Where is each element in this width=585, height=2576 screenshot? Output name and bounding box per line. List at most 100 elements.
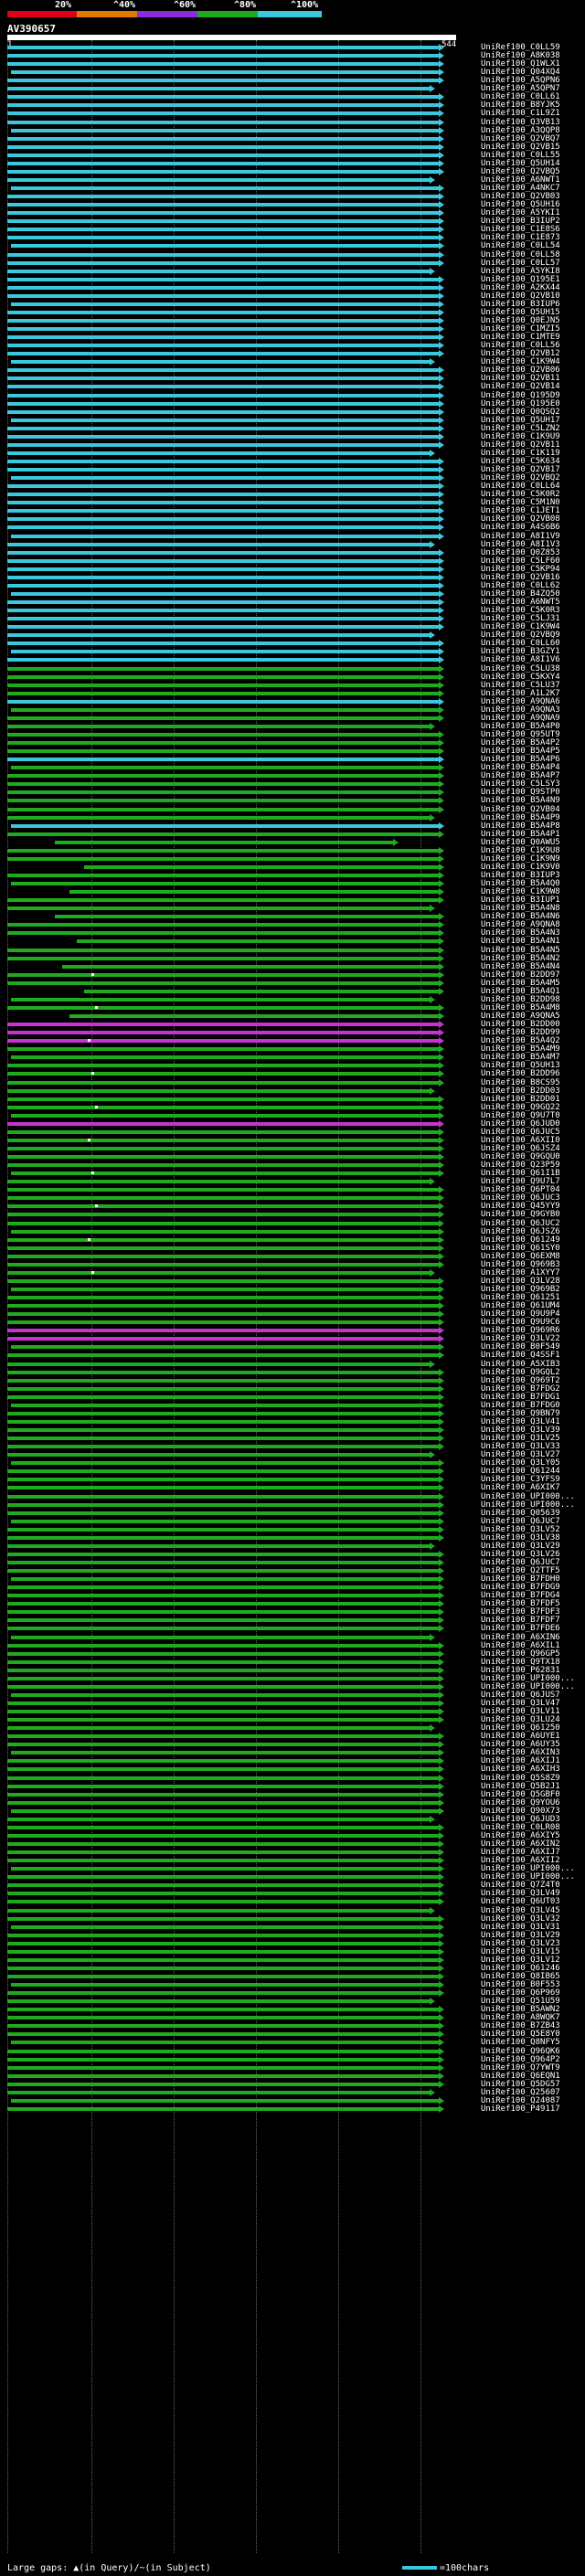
hit-bar[interactable] bbox=[7, 2049, 439, 2053]
hit-bar[interactable] bbox=[7, 1776, 439, 1780]
hit-bar[interactable] bbox=[7, 95, 439, 100]
hit-bar[interactable] bbox=[11, 1983, 439, 1988]
hit-bar[interactable] bbox=[7, 409, 439, 414]
hit-bar[interactable] bbox=[7, 749, 439, 754]
hit-bar[interactable] bbox=[62, 964, 439, 969]
hit-bar[interactable] bbox=[7, 493, 439, 497]
hit-bar[interactable] bbox=[7, 1883, 439, 1888]
hit-bar[interactable] bbox=[7, 1494, 439, 1499]
hit-bar[interactable] bbox=[7, 1105, 439, 1109]
hit-bar[interactable] bbox=[7, 228, 439, 232]
hit-bar[interactable] bbox=[7, 120, 439, 124]
hit-bar[interactable] bbox=[7, 1097, 439, 1101]
hit-bar[interactable] bbox=[7, 1957, 439, 1962]
hit-bar[interactable] bbox=[7, 2090, 430, 2094]
hit-bar[interactable] bbox=[11, 244, 439, 249]
hit-bar[interactable] bbox=[7, 1080, 439, 1085]
hit-bar[interactable] bbox=[7, 1320, 439, 1325]
hit-bar[interactable] bbox=[7, 641, 439, 646]
hit-bar[interactable] bbox=[11, 1055, 439, 1060]
hit-bar[interactable] bbox=[7, 931, 439, 936]
hit-bar[interactable] bbox=[11, 1519, 439, 1523]
hit-bar[interactable] bbox=[7, 1155, 439, 1160]
hit-bar[interactable] bbox=[7, 633, 430, 638]
hit-bar[interactable] bbox=[7, 1353, 439, 1358]
hit-bar[interactable] bbox=[7, 1991, 439, 1996]
hit-bar[interactable] bbox=[7, 111, 439, 116]
hit-bar[interactable] bbox=[11, 302, 439, 306]
hit-bar[interactable] bbox=[7, 335, 439, 340]
hit-bar[interactable] bbox=[7, 2016, 439, 2020]
hit-bar[interactable] bbox=[7, 1560, 439, 1564]
hit-bar[interactable] bbox=[7, 782, 439, 787]
hit-bar[interactable] bbox=[11, 997, 430, 1002]
hit-bar[interactable] bbox=[7, 252, 439, 257]
hit-bar[interactable] bbox=[7, 211, 439, 216]
hit-bar[interactable] bbox=[7, 600, 439, 605]
hit-bar[interactable] bbox=[7, 426, 439, 430]
hit-bar[interactable] bbox=[11, 1808, 439, 1813]
hit-bar[interactable] bbox=[7, 1254, 439, 1258]
hit-bar[interactable] bbox=[7, 144, 439, 149]
hit-bar[interactable] bbox=[7, 393, 439, 398]
hit-bar[interactable] bbox=[7, 1047, 439, 1052]
hit-bar[interactable] bbox=[7, 1701, 439, 1705]
hit-bar[interactable] bbox=[7, 1618, 439, 1623]
hit-bar[interactable] bbox=[7, 1088, 430, 1093]
hit-bar[interactable] bbox=[7, 724, 430, 728]
hit-bar[interactable] bbox=[7, 1651, 439, 1656]
hit-bar[interactable] bbox=[11, 707, 439, 712]
hit-bar[interactable] bbox=[7, 1684, 439, 1689]
hit-bar[interactable] bbox=[7, 1394, 439, 1399]
hit-bar[interactable] bbox=[69, 1014, 439, 1019]
hit-bar[interactable] bbox=[7, 1196, 439, 1201]
hit-bar[interactable] bbox=[7, 1386, 439, 1391]
hit-bar[interactable] bbox=[7, 2073, 439, 2078]
hit-bar[interactable] bbox=[7, 401, 439, 406]
hit-bar[interactable] bbox=[55, 915, 439, 919]
hit-bar[interactable] bbox=[7, 1031, 439, 1035]
hit-bar[interactable] bbox=[7, 790, 439, 795]
hit-bar[interactable] bbox=[7, 1610, 439, 1615]
hit-bar[interactable] bbox=[7, 674, 439, 679]
hit-bar[interactable] bbox=[7, 1188, 439, 1193]
hit-bar[interactable] bbox=[7, 219, 439, 224]
hit-bar[interactable] bbox=[11, 534, 439, 538]
hit-bar[interactable] bbox=[7, 1237, 439, 1242]
hit-bar[interactable] bbox=[11, 1171, 439, 1176]
hit-bar[interactable] bbox=[7, 1767, 439, 1772]
hit-bar[interactable] bbox=[7, 1718, 439, 1723]
hit-bar[interactable] bbox=[7, 1312, 439, 1317]
hit-bar[interactable] bbox=[69, 890, 439, 895]
hit-bar[interactable] bbox=[7, 1668, 439, 1672]
hit-bar[interactable] bbox=[7, 385, 439, 389]
hit-bar[interactable] bbox=[7, 550, 439, 555]
hit-bar[interactable] bbox=[7, 575, 439, 579]
hit-bar[interactable] bbox=[7, 799, 439, 803]
hit-bar[interactable] bbox=[7, 1163, 439, 1168]
hit-bar[interactable] bbox=[7, 1511, 439, 1515]
hit-bar[interactable] bbox=[7, 1535, 439, 1540]
hit-bar[interactable] bbox=[7, 1543, 430, 1548]
hit-bar[interactable] bbox=[7, 2032, 439, 2037]
hit-bar[interactable] bbox=[7, 1329, 439, 1333]
hit-bar[interactable] bbox=[7, 1974, 439, 1978]
hit-bar[interactable] bbox=[7, 1378, 439, 1383]
hit-bar[interactable] bbox=[7, 277, 439, 281]
hit-bar[interactable] bbox=[7, 1337, 439, 1341]
hit-bar[interactable] bbox=[7, 153, 439, 157]
hit-bar[interactable] bbox=[7, 583, 439, 588]
hit-bar[interactable] bbox=[77, 939, 439, 944]
hit-bar[interactable] bbox=[7, 1362, 430, 1366]
hit-bar[interactable] bbox=[7, 1900, 439, 1904]
hit-bar[interactable] bbox=[7, 1949, 439, 1954]
hit-bar[interactable] bbox=[11, 2098, 439, 2103]
hit-bar[interactable] bbox=[7, 625, 439, 630]
hit-bar[interactable] bbox=[7, 956, 439, 960]
hit-bar[interactable] bbox=[7, 352, 439, 356]
hit-bar[interactable] bbox=[7, 1916, 439, 1921]
hit-bar[interactable] bbox=[11, 766, 439, 770]
hit-bar[interactable] bbox=[11, 1751, 439, 1755]
hit-bar[interactable] bbox=[7, 1039, 439, 1044]
hit-bar[interactable] bbox=[7, 501, 439, 505]
